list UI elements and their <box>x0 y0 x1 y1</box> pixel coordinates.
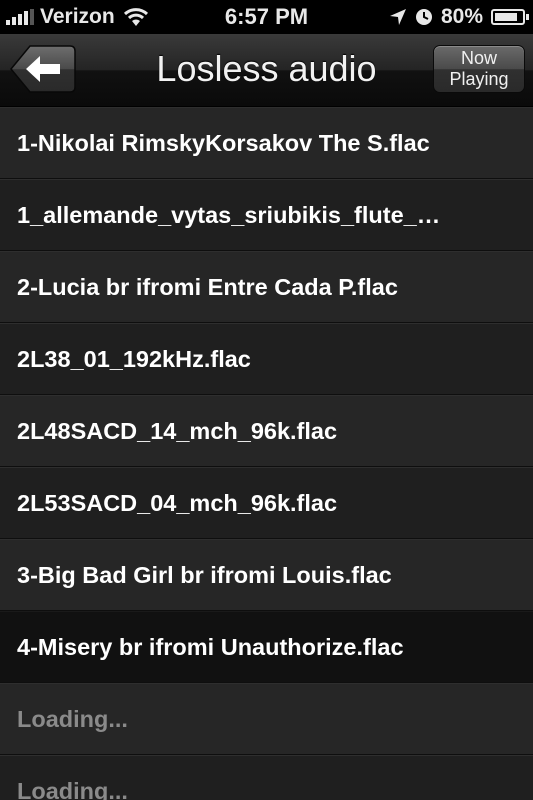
battery-icon <box>491 9 529 25</box>
list-item[interactable]: 3-Big Bad Girl br ifromi Louis.flac <box>0 539 533 611</box>
loading-label: Loading... <box>17 705 128 732</box>
loading-row: Loading... <box>0 683 533 755</box>
list-item[interactable]: 4-Misery br ifromi Unauthorize.flac <box>0 611 533 683</box>
list-item[interactable]: 1_allemande_vytas_sriubikis_flute_… <box>0 179 533 251</box>
now-playing-label-line2: Playing <box>449 69 509 89</box>
list-item[interactable]: 2-Lucia br ifromi Entre Cada P.flac <box>0 251 533 323</box>
loading-label: Loading... <box>17 777 128 800</box>
now-playing-button[interactable]: Now Playing <box>433 45 525 93</box>
status-right: 80% <box>389 5 529 29</box>
list-item-label: 4-Misery br ifromi Unauthorize.flac <box>17 633 404 660</box>
clock-icon <box>415 9 432 25</box>
list-item-label: 1-Nikolai RimskyKorsakov The S.flac <box>17 129 430 156</box>
list-item-label: 2L48SACD_14_mch_96k.flac <box>17 417 338 444</box>
list-item-label: 2L53SACD_04_mch_96k.flac <box>17 489 338 516</box>
list-item[interactable]: 2L53SACD_04_mch_96k.flac <box>0 467 533 539</box>
loading-row: Loading... <box>0 755 533 800</box>
list-item-label: 2-Lucia br ifromi Entre Cada P.flac <box>17 273 398 300</box>
navigation-bar: Losless audio Now Playing <box>0 34 533 107</box>
status-bar: Verizon 6:57 PM 80% <box>0 0 533 34</box>
list-item[interactable]: 1-Nikolai RimskyKorsakov The S.flac <box>0 107 533 179</box>
battery-percent: 80% <box>440 5 483 28</box>
list-item-label: 3-Big Bad Girl br ifromi Louis.flac <box>17 561 392 588</box>
now-playing-label-line1: Now <box>460 48 497 68</box>
list-item[interactable]: 2L48SACD_14_mch_96k.flac <box>0 395 533 467</box>
screen: Verizon 6:57 PM 80% Losless audio Now Pl… <box>0 0 533 800</box>
location-icon <box>389 9 406 25</box>
track-list: 1-Nikolai RimskyKorsakov The S.flac 1_al… <box>0 107 533 800</box>
list-item[interactable]: 2L38_01_192kHz.flac <box>0 323 533 395</box>
list-item-label: 1_allemande_vytas_sriubikis_flute_… <box>17 201 441 228</box>
list-item-label: 2L38_01_192kHz.flac <box>17 345 251 372</box>
